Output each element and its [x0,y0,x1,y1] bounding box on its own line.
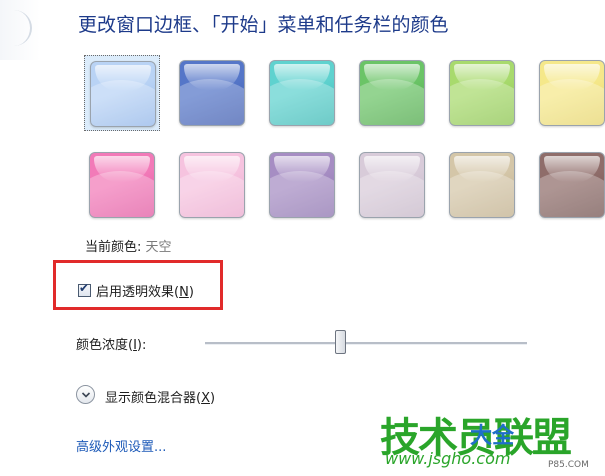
color-swatch-fill [359,152,425,218]
color-swatch-lime[interactable] [444,55,520,131]
color-swatch-fill [539,152,605,218]
color-swatch-fill [179,60,245,126]
color-swatch-chocolate[interactable] [534,147,605,223]
color-swatch-fill [269,152,335,218]
watermark-secondary-text: 大全 [470,424,515,449]
color-swatch-sky[interactable] [84,55,160,131]
color-swatch-lavender[interactable] [354,147,430,223]
watermark-small-text: P85.COM [548,460,589,470]
color-swatch-fill [449,152,515,218]
current-color-name: 天空 [145,240,172,255]
color-swatch-fill [89,152,155,218]
color-swatch-violet[interactable] [264,147,340,223]
color-swatch-fill [179,152,245,218]
color-intensity-label: 颜色浓度(I): [76,338,147,353]
color-swatch-fill [359,60,425,126]
chevron-down-icon [81,391,90,398]
color-swatch-fill [449,60,515,126]
watermark-url: www.jsgho.com [385,449,511,468]
transparency-label[interactable]: 启用透明效果(N) [96,281,194,300]
color-mixer-toggle-button[interactable] [76,385,95,404]
color-mixer-label[interactable]: 显示颜色混合器(X) [105,387,215,406]
window-edge [0,0,40,60]
color-swatch-sun[interactable] [534,55,605,131]
color-swatch-fill [90,61,156,127]
color-swatch-fill [539,60,605,126]
color-swatch-leaf[interactable] [354,55,430,131]
current-color-caption: 当前颜色: [85,240,142,255]
current-color-label: 当前颜色: 天空 [85,236,172,255]
color-swatch-taupe[interactable] [444,147,520,223]
color-swatch-fill [269,60,335,126]
color-swatch-blush[interactable] [174,147,250,223]
transparency-checkbox[interactable] [78,281,91,297]
color-swatch-twilight[interactable] [174,55,250,131]
color-swatch-sea[interactable] [264,55,340,131]
color-intensity-slider-track[interactable] [205,342,527,345]
page-title: 更改窗口边框、「开始」菜单和任务栏的颜色 [78,14,449,36]
advanced-appearance-link[interactable]: 高级外观设置... [76,436,166,455]
color-swatch-fuchsia[interactable] [84,147,160,223]
color-intensity-slider-thumb[interactable] [335,330,346,354]
